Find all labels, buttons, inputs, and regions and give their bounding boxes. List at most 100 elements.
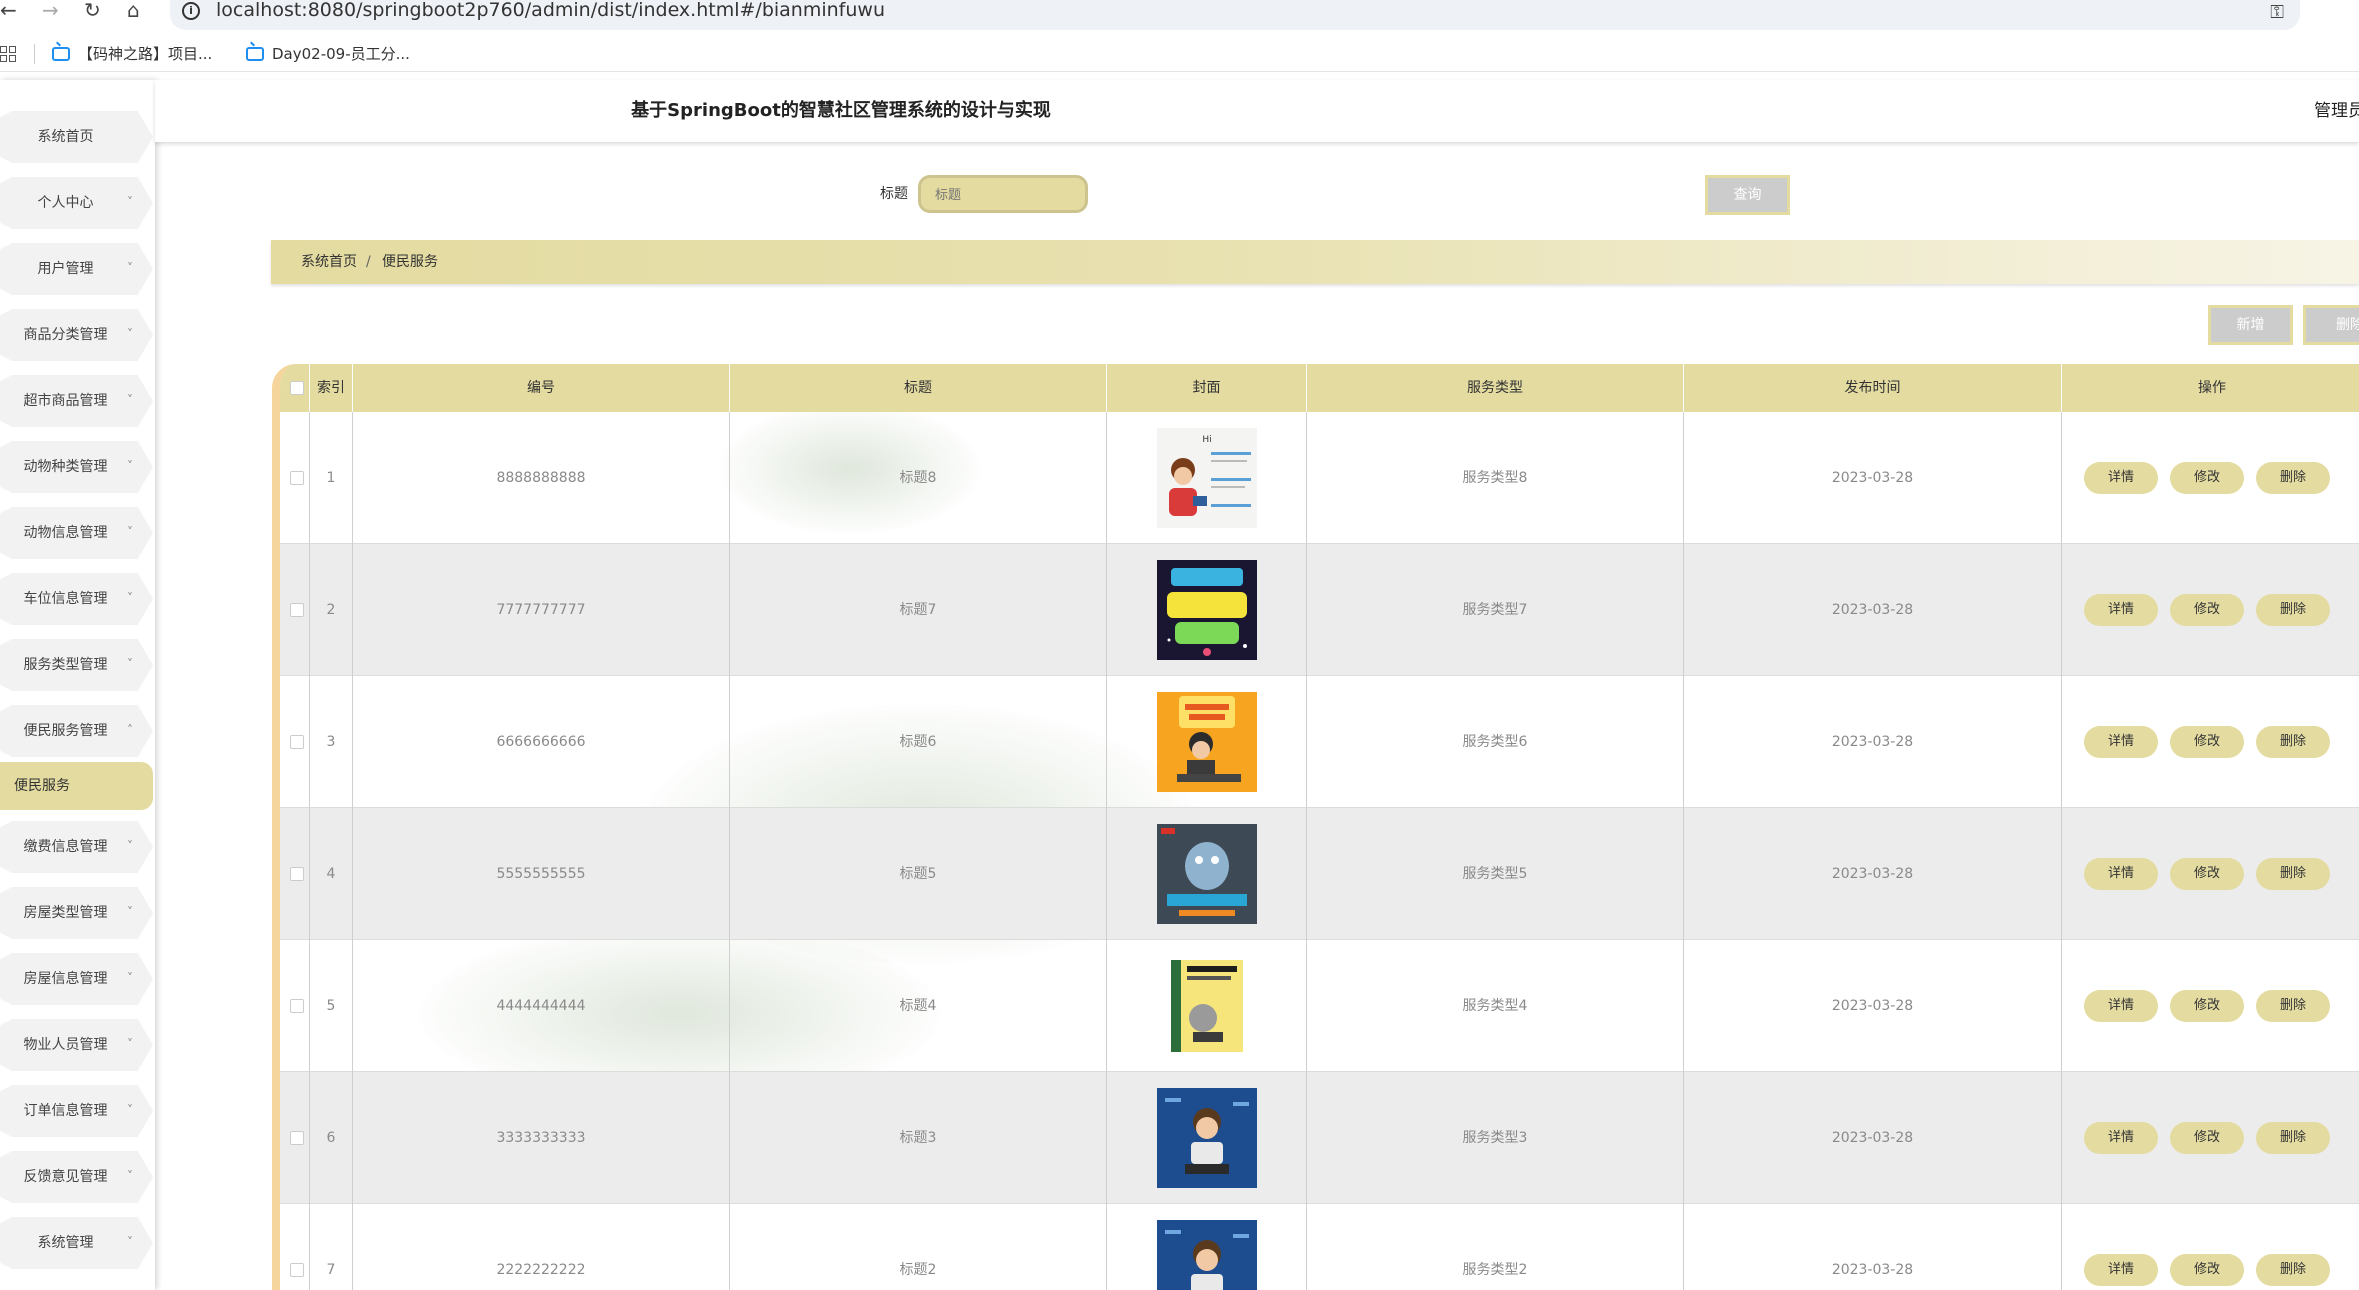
delete-button[interactable]: 删除 xyxy=(2256,858,2330,890)
actions-cell: 详情 修改 删除 xyxy=(2062,1072,2359,1204)
delete-button[interactable]: 删除 xyxy=(2256,1254,2330,1286)
service-type-cell: 服务类型3 xyxy=(1307,1072,1684,1204)
index-cell: 1 xyxy=(310,412,353,544)
delete-button[interactable]: 删除 xyxy=(2256,594,2330,626)
bookmark-item-2[interactable]: Day02-09-员工分... xyxy=(246,43,410,65)
detail-button[interactable]: 详情 xyxy=(2084,1254,2158,1286)
index-cell: 7 xyxy=(310,1204,353,1290)
home-icon[interactable]: ⌂ xyxy=(127,0,140,22)
data-table: 索引 编号 标题 封面 服务类型 发布时间 操作 1 8888888888 标题… xyxy=(272,364,2359,1290)
sidebar-item-home[interactable]: 系统首页 xyxy=(0,111,153,163)
code-cell: 8888888888 xyxy=(353,412,730,544)
url-text[interactable]: localhost:8080/springboot2p760/admin/dis… xyxy=(216,0,885,20)
detail-button[interactable]: 详情 xyxy=(2084,726,2158,758)
title-cell: 标题2 xyxy=(730,1204,1107,1290)
breadcrumb-home[interactable]: 系统首页 xyxy=(301,240,357,284)
breadcrumb: 系统首页 / 便民服务 xyxy=(271,240,2359,284)
chevron-down-icon: ˅ xyxy=(127,839,133,853)
code-cell: 7777777777 xyxy=(353,544,730,676)
sidebar-item-service-type[interactable]: 服务类型管理 ˅ xyxy=(0,639,153,691)
edit-button[interactable]: 修改 xyxy=(2170,1254,2244,1286)
header-select-all-cell xyxy=(280,364,310,412)
row-checkbox[interactable] xyxy=(290,1263,304,1277)
apps-grid-icon[interactable] xyxy=(0,46,16,62)
sidebar-item-payment[interactable]: 缴费信息管理 ˅ xyxy=(0,821,153,873)
delete-button[interactable]: 删除 xyxy=(2256,1122,2330,1154)
sidebar-item-house-type[interactable]: 房屋类型管理 ˅ xyxy=(0,887,153,939)
cover-image xyxy=(1157,1220,1257,1290)
select-all-checkbox[interactable] xyxy=(290,381,304,395)
cover-cell xyxy=(1107,940,1307,1072)
query-button[interactable]: 查询 xyxy=(1705,175,1790,215)
edit-button[interactable]: 修改 xyxy=(2170,462,2244,494)
index-cell: 2 xyxy=(310,544,353,676)
sidebar-item-users[interactable]: 用户管理 ˅ xyxy=(0,243,153,295)
sidebar-item-parking[interactable]: 车位信息管理 ˅ xyxy=(0,573,153,625)
delete-button[interactable]: 删除 xyxy=(2256,726,2330,758)
sidebar-item-convenience-service[interactable]: 便民服务管理 ˄ xyxy=(0,705,153,757)
sidebar-item-market-goods[interactable]: 超市商品管理 ˅ xyxy=(0,375,153,427)
key-icon[interactable]: ⚿ xyxy=(2270,2,2284,23)
detail-button[interactable]: 详情 xyxy=(2084,462,2158,494)
sidebar-item-property-staff[interactable]: 物业人员管理 ˅ xyxy=(0,1019,153,1071)
chevron-down-icon: ˅ xyxy=(127,327,133,341)
sidebar-item-animal-info[interactable]: 动物信息管理 ˅ xyxy=(0,507,153,559)
edit-button[interactable]: 修改 xyxy=(2170,594,2244,626)
row-checkbox[interactable] xyxy=(290,603,304,617)
title-cell: 标题5 xyxy=(730,808,1107,940)
edit-button[interactable]: 修改 xyxy=(2170,1122,2244,1154)
service-type-cell: 服务类型6 xyxy=(1307,676,1684,808)
sidebar-item-label: 服务类型管理 xyxy=(23,657,108,673)
sidebar-item-house-info[interactable]: 房屋信息管理 ˅ xyxy=(0,953,153,1005)
table-row: 1 8888888888 标题8 Hi 服务类型8 2023-03-28 详情 … xyxy=(280,412,2359,544)
edit-button[interactable]: 修改 xyxy=(2170,726,2244,758)
sidebar-item-orders[interactable]: 订单信息管理 ˅ xyxy=(0,1085,153,1137)
add-button[interactable]: 新增 xyxy=(2208,305,2293,345)
admin-menu[interactable]: 管理员 xyxy=(2314,80,2359,142)
row-checkbox[interactable] xyxy=(290,735,304,749)
row-checkbox[interactable] xyxy=(290,1131,304,1145)
index-cell: 5 xyxy=(310,940,353,1072)
batch-delete-button[interactable]: 删除 xyxy=(2303,305,2359,345)
service-type-cell: 服务类型7 xyxy=(1307,544,1684,676)
delete-button[interactable]: 删除 xyxy=(2256,990,2330,1022)
bookmark-item-1[interactable]: 【码神之路】项目... xyxy=(52,43,212,65)
sidebar-item-product-category[interactable]: 商品分类管理 ˅ xyxy=(0,309,153,361)
forward-arrow-icon[interactable]: → xyxy=(42,0,59,22)
title-search-input[interactable] xyxy=(918,175,1088,213)
back-arrow-icon[interactable]: ← xyxy=(0,0,17,22)
cover-image xyxy=(1157,1088,1257,1188)
chevron-down-icon: ˅ xyxy=(127,459,133,473)
sidebar-item-animal-species[interactable]: 动物种类管理 ˅ xyxy=(0,441,153,493)
delete-button[interactable]: 删除 xyxy=(2256,462,2330,494)
page-title: 基于SpringBoot的智慧社区管理系统的设计与实现 xyxy=(631,100,1051,121)
cover-cell xyxy=(1107,676,1307,808)
sidebar-item-personal[interactable]: 个人中心 ˅ xyxy=(0,177,153,229)
date-cell: 2023-03-28 xyxy=(1684,940,2062,1072)
row-checkbox[interactable] xyxy=(290,867,304,881)
chevron-down-icon: ˅ xyxy=(127,1037,133,1051)
detail-button[interactable]: 详情 xyxy=(2084,858,2158,890)
detail-button[interactable]: 详情 xyxy=(2084,990,2158,1022)
sidebar-item-label: 动物信息管理 xyxy=(23,525,108,541)
address-bar[interactable]: i localhost:8080/springboot2p760/admin/d… xyxy=(170,0,2300,30)
sidebar-item-feedback[interactable]: 反馈意见管理 ˅ xyxy=(0,1151,153,1203)
code-cell: 6666666666 xyxy=(353,676,730,808)
breadcrumb-current: 便民服务 xyxy=(382,254,438,270)
sidebar-item-system[interactable]: 系统管理 ˅ xyxy=(0,1217,153,1269)
cover-image xyxy=(1157,692,1257,792)
actions-cell: 详情 修改 删除 xyxy=(2062,940,2359,1072)
sidebar-subitem-convenience[interactable]: 便民服务 xyxy=(0,762,153,810)
detail-button[interactable]: 详情 xyxy=(2084,1122,2158,1154)
reload-icon[interactable]: ↻ xyxy=(84,0,101,22)
header-cover: 封面 xyxy=(1107,364,1307,412)
edit-button[interactable]: 修改 xyxy=(2170,990,2244,1022)
row-checkbox[interactable] xyxy=(290,471,304,485)
edit-button[interactable]: 修改 xyxy=(2170,858,2244,890)
row-checkbox[interactable] xyxy=(290,999,304,1013)
detail-button[interactable]: 详情 xyxy=(2084,594,2158,626)
sidebar-item-label: 物业人员管理 xyxy=(23,1037,108,1053)
chevron-down-icon: ˅ xyxy=(127,657,133,671)
chevron-down-icon: ˅ xyxy=(127,1103,133,1117)
site-info-icon[interactable]: i xyxy=(182,2,200,20)
